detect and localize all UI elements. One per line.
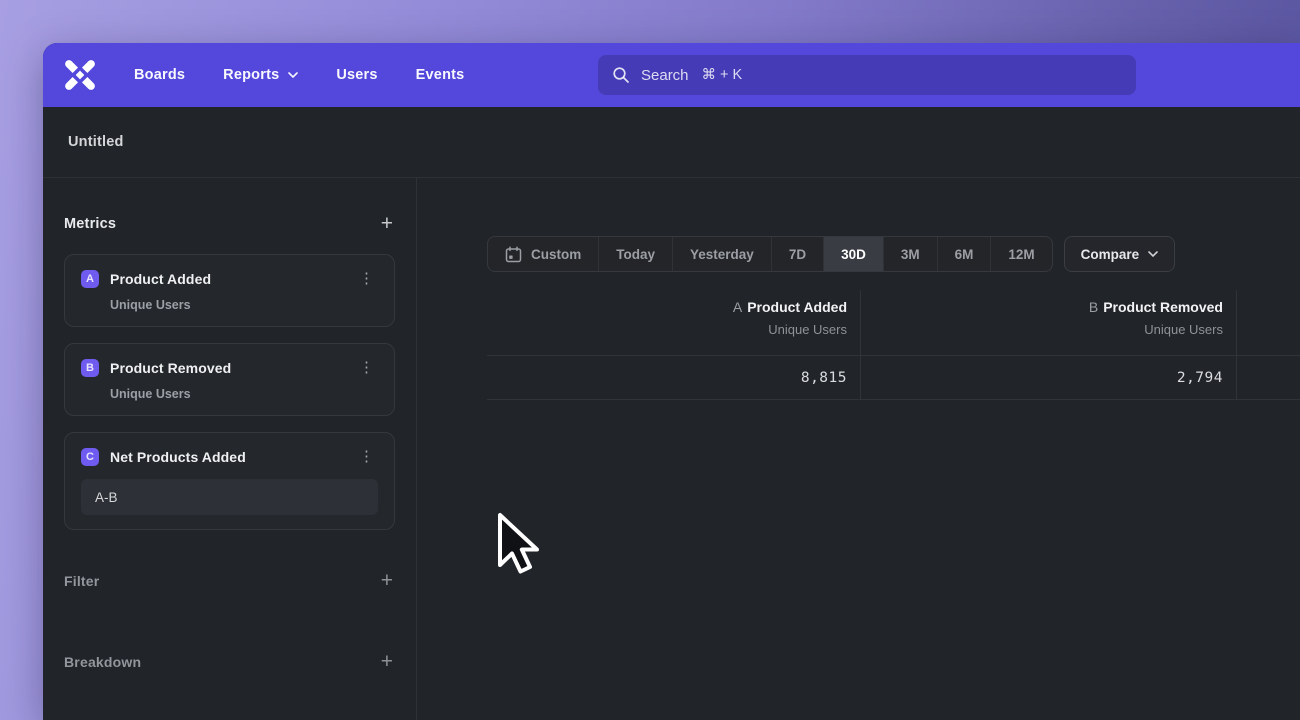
value-product-added[interactable]: 8,815 — [487, 356, 861, 400]
metric-name: Net Products Added — [110, 449, 246, 465]
column-name: Product Added — [747, 299, 847, 315]
metric-name: Product Removed — [110, 360, 231, 376]
nav-menu: Boards Reports Users Events — [134, 67, 464, 83]
date-range-label: Today — [616, 247, 655, 262]
metric-badge: A — [81, 270, 99, 288]
date-range-today[interactable]: Today — [598, 237, 672, 271]
metrics-title: Metrics — [64, 216, 116, 232]
metrics-table: A Product Added Unique Users B Product Rem… — [487, 290, 1300, 400]
column-subtitle: Unique Users — [861, 322, 1223, 337]
date-range-6m[interactable]: 6M — [937, 237, 991, 271]
compare-button[interactable]: Compare — [1064, 236, 1176, 272]
date-range-label: 6M — [955, 247, 974, 262]
nav-item-events[interactable]: Events — [416, 67, 465, 83]
date-range-3m[interactable]: 3M — [883, 237, 937, 271]
date-range-label: 7D — [789, 247, 806, 262]
table-header-product-added[interactable]: A Product Added Unique Users — [487, 290, 861, 356]
metric-badge: B — [81, 359, 99, 377]
metric-menu-icon[interactable]: ⋮ — [355, 359, 378, 377]
add-metric-button[interactable]: + — [379, 214, 395, 234]
breakdown-title: Breakdown — [64, 654, 141, 670]
metric-menu-icon[interactable]: ⋮ — [355, 270, 378, 288]
nav-item-label: Reports — [223, 67, 279, 83]
date-range-12m[interactable]: 12M — [990, 237, 1051, 271]
column-letter: B — [1089, 299, 1098, 315]
column-letter: A — [733, 299, 742, 315]
table-header-row: A Product Added Unique Users B Product Rem… — [487, 290, 1300, 356]
metric-name: Product Added — [110, 271, 211, 287]
filter-section-header: Filter + — [64, 569, 395, 593]
metric-menu-icon[interactable]: ⋮ — [355, 448, 378, 466]
date-range-30d[interactable]: 30D — [823, 237, 883, 271]
app-window: Boards Reports Users Events Search ⌘ + K — [43, 43, 1300, 720]
value-product-removed[interactable]: 2,794 — [861, 356, 1237, 400]
breakdown-section-header: Breakdown + — [64, 650, 395, 674]
metric-badge: C — [81, 448, 99, 466]
table-header-overflow — [1237, 290, 1300, 356]
date-range-label: Custom — [531, 247, 581, 262]
table-value-row: 8,815 2,794 — [487, 356, 1300, 400]
table-header-product-removed[interactable]: B Product Removed Unique Users — [861, 290, 1237, 356]
column-subtitle: Unique Users — [487, 322, 847, 337]
chevron-down-icon — [288, 72, 298, 78]
mixpanel-logo-icon[interactable] — [63, 58, 97, 92]
nav-item-reports[interactable]: Reports — [223, 67, 298, 83]
add-breakdown-button[interactable]: + — [379, 652, 395, 672]
formula-input[interactable]: A-B — [81, 479, 378, 515]
calendar-icon — [505, 246, 522, 263]
date-range-label: 12M — [1008, 247, 1034, 262]
report-title[interactable]: Untitled — [68, 134, 124, 150]
metric-card-c[interactable]: C Net Products Added ⋮ A-B — [64, 432, 395, 530]
top-navbar: Boards Reports Users Events Search ⌘ + K — [43, 43, 1300, 107]
column-name: Product Removed — [1103, 299, 1223, 315]
date-range-7d[interactable]: 7D — [771, 237, 823, 271]
nav-item-label: Users — [336, 67, 377, 83]
search-placeholder: Search — [641, 67, 689, 84]
date-range-custom[interactable]: Custom — [488, 237, 598, 271]
search-icon — [612, 66, 630, 84]
metric-card-a[interactable]: A Product Added ⋮ Unique Users — [64, 254, 395, 327]
filter-title: Filter — [64, 573, 99, 589]
metric-measurement[interactable]: Unique Users — [110, 298, 378, 312]
search-input[interactable]: Search ⌘ + K — [598, 55, 1136, 95]
metrics-section-header: Metrics + — [64, 210, 395, 238]
nav-item-label: Boards — [134, 67, 185, 83]
add-filter-button[interactable]: + — [379, 571, 395, 591]
search-shortcut: ⌘ + K — [702, 67, 743, 83]
chevron-down-icon — [1148, 251, 1158, 257]
nav-item-boards[interactable]: Boards — [134, 67, 185, 83]
nav-item-users[interactable]: Users — [336, 67, 377, 83]
date-toolbar: Custom Today Yesterday 7D 30D 3M 6M 12M … — [487, 236, 1175, 272]
date-range-segmented-control: Custom Today Yesterday 7D 30D 3M 6M 12M — [487, 236, 1053, 272]
metric-card-b[interactable]: B Product Removed ⋮ Unique Users — [64, 343, 395, 416]
date-range-label: 30D — [841, 247, 866, 262]
report-header: Untitled — [43, 107, 1300, 178]
nav-item-label: Events — [416, 67, 465, 83]
date-range-yesterday[interactable]: Yesterday — [672, 237, 771, 271]
compare-label: Compare — [1081, 247, 1140, 262]
metric-measurement[interactable]: Unique Users — [110, 387, 378, 401]
date-range-label: 3M — [901, 247, 920, 262]
value-overflow — [1237, 356, 1300, 400]
date-range-label: Yesterday — [690, 247, 754, 262]
query-sidebar: Metrics + A Product Added ⋮ Unique Users… — [43, 178, 417, 720]
report-canvas: Custom Today Yesterday 7D 30D 3M 6M 12M … — [417, 178, 1300, 720]
